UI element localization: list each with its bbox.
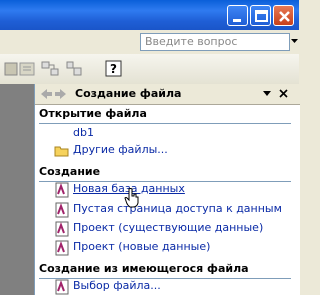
ask-question-input[interactable]: Введите вопрос	[140, 33, 290, 51]
maximize-icon	[255, 10, 268, 22]
section-from-existing-heading: Создание из имеющегося файла	[39, 262, 291, 279]
pane-menu-icon[interactable]	[263, 91, 272, 97]
blank-data-access-page-link[interactable]: Пустая страница доступа к данным	[73, 201, 282, 217]
section-open-heading: Открытие файла	[39, 107, 291, 124]
back-arrow-icon[interactable]	[41, 89, 53, 100]
project-new-icon	[55, 240, 69, 256]
relationships-icon[interactable]	[40, 59, 60, 79]
project-existing-data-link[interactable]: Проект (существующие данные)	[73, 220, 263, 236]
help-icon[interactable]: ?	[104, 59, 124, 79]
task-pane-header: Создание файла	[35, 84, 300, 105]
choose-file-link[interactable]: Выбор файла...	[73, 278, 161, 294]
minimize-button[interactable]	[227, 5, 248, 26]
open-folder-icon	[54, 146, 69, 157]
minimize-icon	[233, 19, 241, 22]
title-bar	[0, 0, 299, 30]
choose-file-icon	[55, 279, 69, 295]
project-new-data-link[interactable]: Проект (новые данные)	[73, 239, 210, 255]
forward-arrow-icon[interactable]	[55, 89, 67, 100]
workspace-area	[0, 84, 34, 295]
recent-file-db1[interactable]: db1	[73, 125, 94, 141]
data-access-page-icon	[55, 202, 69, 218]
task-pane: Создание файла Открытие файла db1 Другие…	[34, 84, 300, 295]
close-button[interactable]	[273, 5, 294, 26]
section-new-heading: Создание	[39, 165, 291, 182]
hand-cursor-icon	[124, 188, 139, 208]
standard-toolbar: ?	[0, 54, 299, 132]
pane-close-icon[interactable]	[279, 89, 289, 99]
new-object-icon[interactable]	[64, 59, 84, 79]
access-db-icon	[55, 182, 69, 198]
project-existing-icon	[55, 221, 69, 237]
close-icon	[279, 11, 290, 22]
svg-text:?: ?	[110, 62, 117, 76]
ask-dropdown-icon[interactable]	[291, 39, 299, 45]
maximize-button[interactable]	[250, 5, 271, 26]
more-files-link[interactable]: Другие файлы...	[73, 142, 168, 158]
task-pane-title: Создание файла	[75, 87, 182, 100]
code-icon[interactable]	[18, 59, 38, 79]
